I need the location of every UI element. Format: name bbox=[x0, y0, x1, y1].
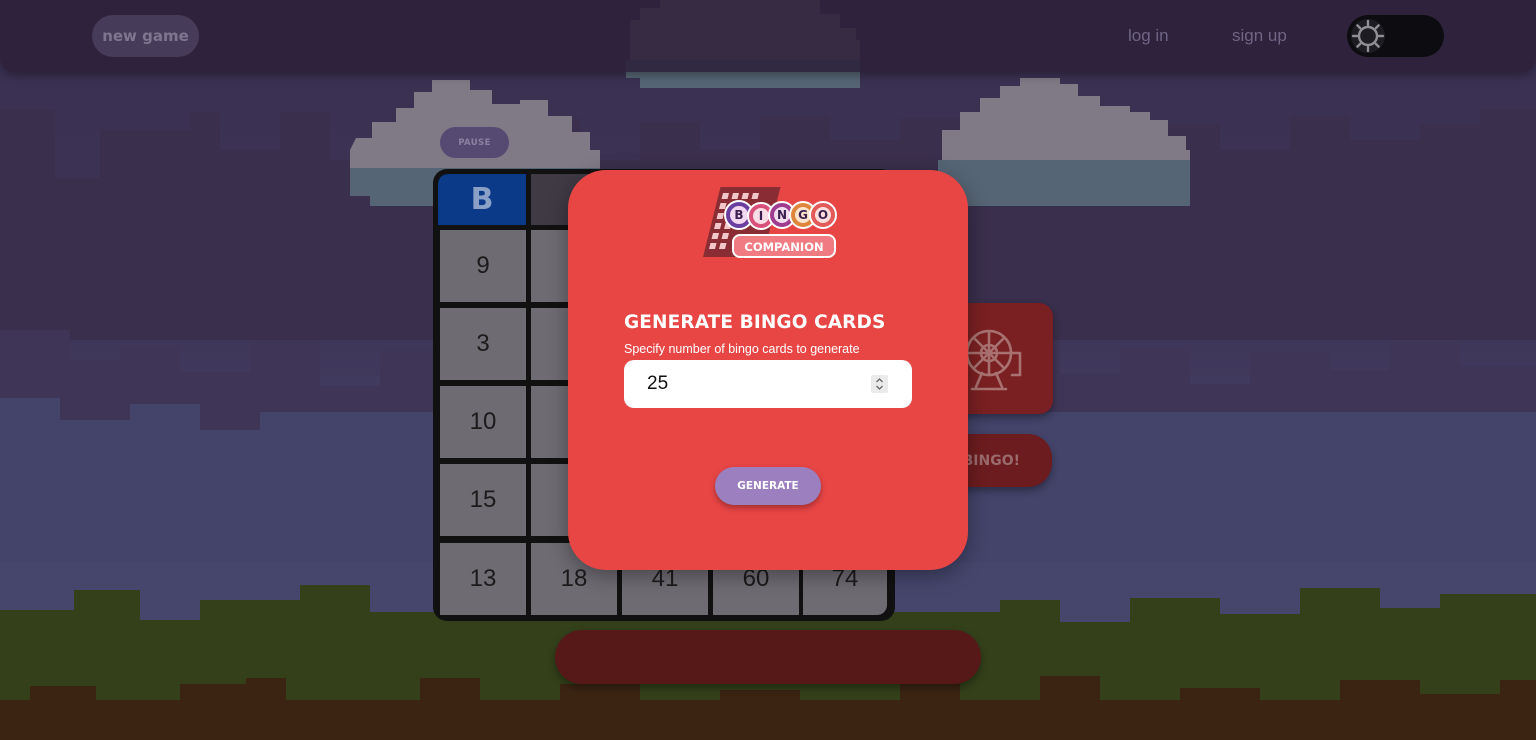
generate-button[interactable]: GENERATE bbox=[715, 467, 821, 505]
logo-letter: N bbox=[777, 208, 787, 222]
theme-toggle[interactable] bbox=[1347, 15, 1444, 57]
login-link[interactable]: log in bbox=[1128, 26, 1169, 46]
top-navigation-bar: new game log in sign up bbox=[0, 0, 1536, 72]
logo-letter: I bbox=[759, 209, 763, 223]
modal-title: GENERATE BINGO CARDS bbox=[624, 312, 886, 333]
logo-letter: O bbox=[818, 208, 828, 222]
card-cell[interactable]: 9 bbox=[440, 230, 526, 302]
logo-subtext: COMPANION bbox=[744, 240, 823, 254]
stepper-arrows-icon bbox=[876, 378, 883, 390]
card-cell[interactable]: 10 bbox=[440, 386, 526, 458]
sun-icon bbox=[1351, 19, 1385, 53]
card-cell[interactable]: 15 bbox=[440, 464, 526, 536]
card-cell[interactable]: 3 bbox=[440, 308, 526, 380]
new-game-button[interactable]: new game bbox=[92, 15, 199, 57]
card-header-b: B bbox=[438, 174, 526, 225]
logo-letter: G bbox=[798, 208, 808, 222]
logo-letter: B bbox=[734, 208, 743, 222]
pause-button[interactable]: PAUSE bbox=[440, 127, 509, 158]
card-cell[interactable]: 13 bbox=[440, 543, 526, 615]
number-stepper[interactable] bbox=[871, 375, 888, 393]
modal-subtitle: Specify number of bingo cards to generat… bbox=[624, 342, 860, 356]
generate-cards-modal: B I N G O COMPANION GENERATE BINGO CARDS… bbox=[568, 170, 968, 570]
signup-link[interactable]: sign up bbox=[1232, 26, 1287, 46]
card-count-input[interactable]: 25 bbox=[624, 360, 912, 408]
card-count-value: 25 bbox=[647, 373, 669, 394]
bingo-companion-logo: B I N G O COMPANION bbox=[703, 187, 837, 258]
called-numbers-bar bbox=[555, 630, 981, 684]
